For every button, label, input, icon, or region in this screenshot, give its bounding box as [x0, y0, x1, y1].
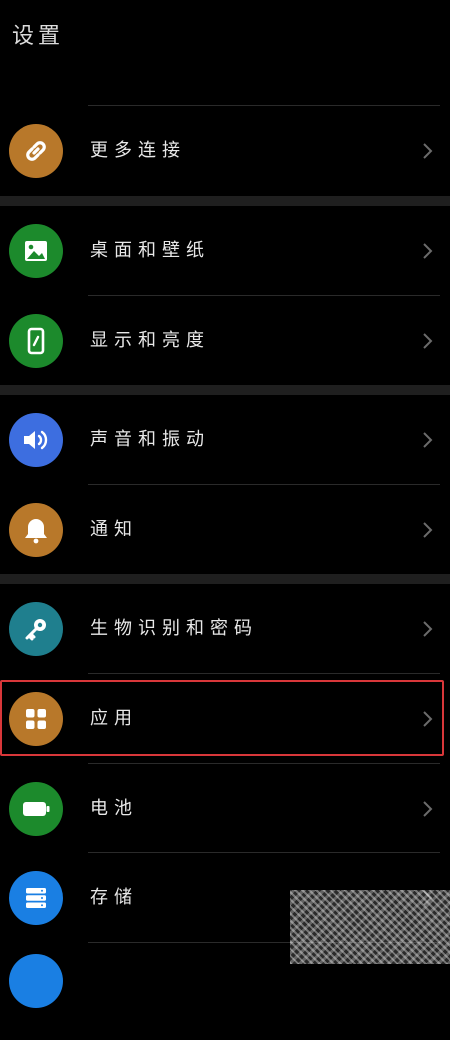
settings-item-label: 声音和振动: [90, 429, 210, 450]
settings-item-sound-vibration[interactable]: 声音和振动: [0, 395, 450, 485]
settings-item-label: 电池: [90, 798, 138, 819]
settings-item-apps[interactable]: 应用: [0, 674, 450, 764]
settings-item-label: 显示和亮度: [90, 330, 210, 351]
group-gap: [0, 574, 450, 584]
chevron-right-icon: [423, 621, 433, 637]
storage-icon: [9, 871, 63, 925]
settings-item-notifications[interactable]: 通知: [0, 485, 450, 575]
settings-item-battery[interactable]: 电池: [0, 764, 450, 854]
page-title: 设置: [12, 24, 65, 49]
partial-icon: [9, 954, 63, 1008]
settings-item-desktop-wallpaper[interactable]: 桌面和壁纸: [0, 206, 450, 296]
phone-display-icon: [9, 314, 63, 368]
settings-item-label: 更多连接: [90, 140, 186, 161]
speaker-icon: [9, 413, 63, 467]
settings-item-display-brightness[interactable]: 显示和亮度: [0, 296, 450, 386]
settings-item-label: 通知: [90, 519, 138, 540]
battery-icon: [9, 782, 63, 836]
settings-item-label: 存储: [90, 887, 138, 908]
app-header: 设置: [0, 0, 450, 62]
settings-list: 更多连接 桌面和壁纸 显示和亮度 声音和振动 通知 生物识别和密码 应用 电池 …: [0, 0, 450, 1040]
settings-item-label: 生物识别和密码: [90, 618, 258, 639]
settings-item-biometrics-password[interactable]: 生物识别和密码: [0, 584, 450, 674]
chevron-right-icon: [423, 711, 433, 727]
settings-item-label: 应用: [90, 708, 138, 729]
image-icon: [9, 224, 63, 278]
link-icon: [9, 124, 63, 178]
bell-icon: [9, 503, 63, 557]
key-icon: [9, 602, 63, 656]
apps-grid-icon: [9, 692, 63, 746]
chevron-right-icon: [423, 243, 433, 259]
chevron-right-icon: [423, 333, 433, 349]
group-gap: [0, 196, 450, 206]
settings-item-label: 桌面和壁纸: [90, 240, 210, 261]
chevron-right-icon: [423, 522, 433, 538]
settings-item-more-connections[interactable]: 更多连接: [0, 106, 450, 196]
chevron-right-icon: [423, 801, 433, 817]
chevron-right-icon: [423, 143, 433, 159]
watermark-overlay: [290, 890, 450, 964]
chevron-right-icon: [423, 432, 433, 448]
group-gap: [0, 385, 450, 395]
